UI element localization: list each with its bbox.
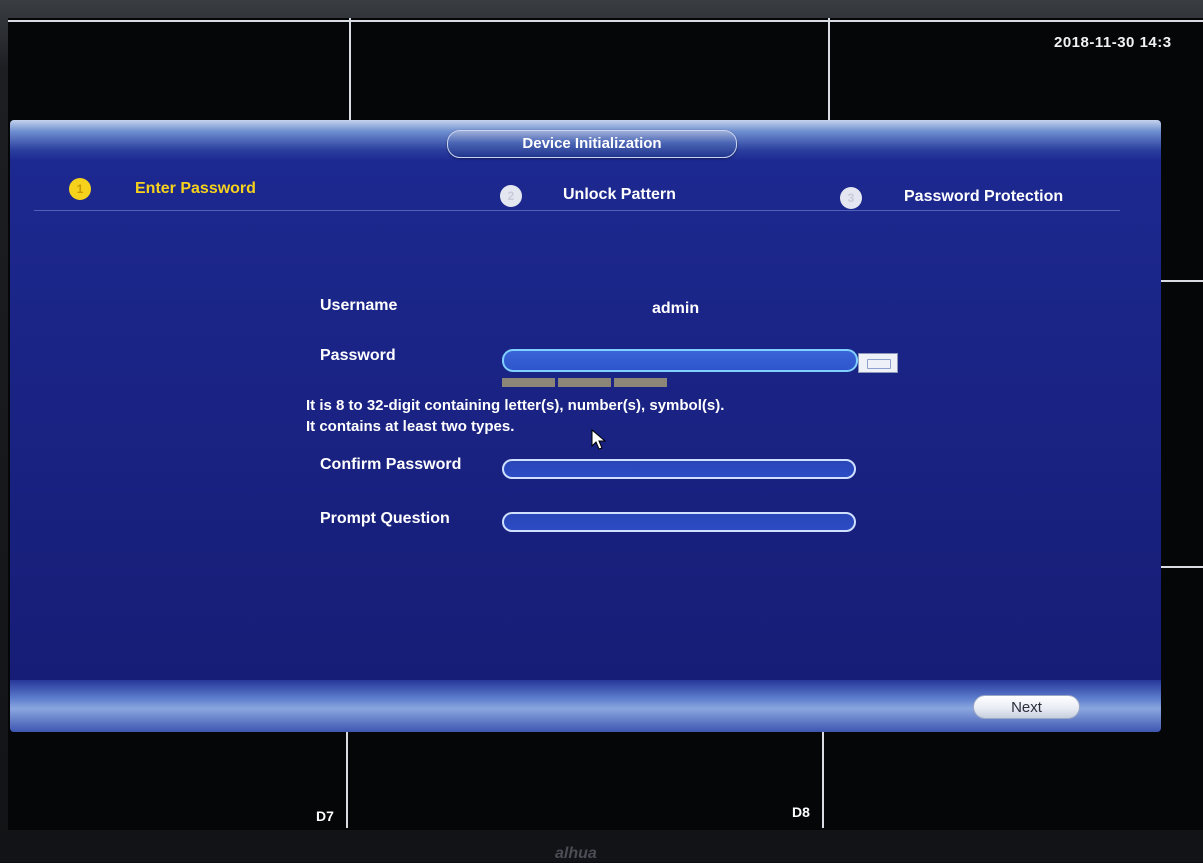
step-2-label: Unlock Pattern (563, 186, 676, 203)
password-input[interactable] (502, 349, 858, 372)
step-1-indicator: 1 (69, 178, 91, 200)
channel-label-d8: D8 (792, 804, 810, 820)
password-strength-segment (502, 378, 555, 387)
confirm-password-label: Confirm Password (320, 456, 462, 473)
step-3-label: Password Protection (904, 188, 1064, 205)
dialog-title: Device Initialization (522, 135, 662, 152)
password-hint-line-1: It is 8 to 32-digit containing letter(s)… (306, 397, 725, 414)
grid-divider (1158, 280, 1203, 282)
step-3-indicator: 3 (840, 187, 862, 209)
grid-divider (346, 728, 348, 828)
password-strength-segment (558, 378, 611, 387)
grid-divider (822, 728, 824, 828)
username-value: admin (652, 300, 700, 317)
step-1-label: Enter Password (135, 180, 256, 197)
password-hint-line-2: It contains at least two types. (306, 418, 515, 435)
grid-divider (1158, 566, 1203, 568)
password-label: Password (320, 347, 396, 364)
prompt-question-label: Prompt Question (320, 510, 450, 527)
grid-divider (8, 20, 1203, 22)
dialog-title-pill: Device Initialization (447, 130, 737, 158)
grid-divider (828, 18, 830, 123)
username-label: Username (320, 297, 398, 314)
device-initialization-dialog: Device Initialization 1 Enter Password 2… (10, 120, 1161, 732)
confirm-password-input[interactable] (502, 459, 856, 479)
mouse-cursor-icon (590, 428, 610, 457)
steps-divider (34, 210, 1120, 211)
next-button[interactable]: Next (973, 695, 1080, 719)
brand-logo: alhua (555, 845, 597, 862)
step-2-indicator: 2 (500, 185, 522, 207)
password-strength-segment (614, 378, 667, 387)
virtual-keyboard-button[interactable] (858, 353, 898, 373)
channel-label-d7: D7 (316, 808, 334, 824)
prompt-question-input[interactable] (502, 512, 856, 532)
keyboard-icon (867, 359, 891, 369)
timestamp: 2018-11-30 14:3 (1054, 34, 1172, 51)
grid-divider (349, 18, 351, 123)
